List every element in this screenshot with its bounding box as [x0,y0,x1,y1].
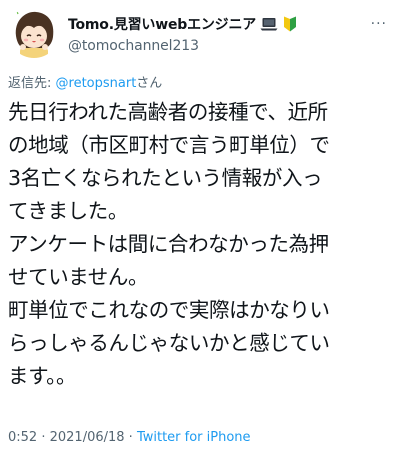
meta-separator: · [124,430,137,445]
tweet-text-line: の地域（市区町村で言う町単位）で [8,133,330,157]
tweet-text-line: ます。。 [8,364,77,388]
meta-separator: · [37,430,50,445]
tweet-text-line: てきました。 [8,199,128,223]
more-options-icon[interactable]: ··· [371,16,387,32]
avatar[interactable] [8,6,60,58]
author-name-row[interactable]: Tomo.見習いwebエンジニア [68,14,300,34]
tweet-text-line: アンケートは間に合わなかった為押 [8,232,329,256]
tweet-meta: 0:52 · 2021/06/18 · Twitter for iPhone [8,430,251,445]
tweet: Tomo.見習いwebエンジニア @tomochannel213 ··· 返信先… [0,0,405,459]
tweet-text-line: せていません。 [8,265,149,289]
display-name[interactable]: Tomo.見習いwebエンジニア [68,14,256,34]
tweet-text-line: 3名亡くなられたという情報が入っ [8,166,323,190]
tweet-text-line: 町単位でこれなので実際はかなりい [8,298,330,322]
tweet-text: 先日行われた高齢者の接種で、近所 の地域（市区町村で言う町単位）で 3名亡くなら… [8,96,400,393]
laptop-icon [260,16,278,32]
tweet-text-line: らっしゃるんじゃないかと感じてい [8,331,330,355]
tweet-source-link[interactable]: Twitter for iPhone [137,430,251,445]
beginner-leaf-icon [282,16,300,32]
tweet-time[interactable]: 0:52 [8,430,37,445]
reply-mention-link[interactable]: @retopsnart [56,76,137,91]
avatar-illustration [8,6,60,58]
reply-context: 返信先: @retopsnartさん [8,72,162,91]
author-handle[interactable]: @tomochannel213 [68,38,199,54]
reply-suffix: さん [136,76,163,91]
tweet-date[interactable]: 2021/06/18 [50,430,125,445]
reply-prefix: 返信先: [8,76,56,91]
tweet-text-line: 先日行われた高齢者の接種で、近所 [8,100,328,124]
